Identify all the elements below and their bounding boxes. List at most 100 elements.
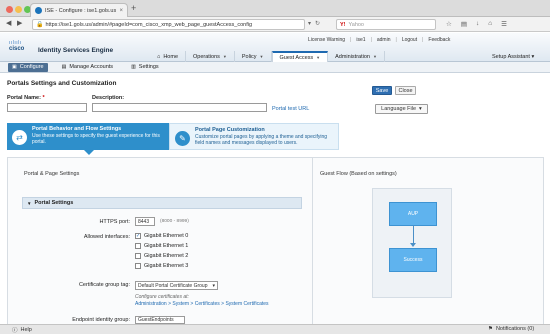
portal-settings-accordion[interactable]: ▼ Portal Settings: [22, 197, 302, 209]
chevron-down-icon: ▼: [222, 54, 227, 59]
chevron-down-icon: ▼: [316, 55, 321, 60]
tab-portal-behavior-title: Portal Behavior and Flow Settings: [32, 126, 122, 132]
browser-tab-strip: ISE - Configure : ise1.gols.us × +: [0, 0, 550, 17]
description-input[interactable]: [92, 103, 267, 112]
help-icon: ⓘ: [12, 328, 18, 334]
bookmark-star-icon[interactable]: ☆: [446, 20, 452, 28]
nav-guest-access[interactable]: Guest Access ▼: [271, 51, 329, 62]
subnav-settings[interactable]: ▥ Settings: [127, 63, 163, 72]
help-link[interactable]: ⓘ Help: [12, 326, 32, 334]
tab-close-icon[interactable]: ×: [119, 8, 123, 14]
portal-name-label: Portal Name: *: [7, 95, 45, 101]
notifications-label: Notifications (0): [495, 326, 535, 332]
menu-icon[interactable]: ☰: [501, 20, 507, 28]
configure-icon: ▣: [12, 64, 17, 70]
forward-icon[interactable]: ▶: [17, 20, 22, 28]
close-window-button[interactable]: [6, 6, 13, 13]
logout-link[interactable]: Logout: [402, 37, 417, 43]
tab-portal-customization-title: Portal Page Customization: [195, 127, 265, 133]
cert-group-label: Certificate group tag:: [78, 282, 130, 288]
https-port-input[interactable]: 8443: [135, 217, 155, 226]
flow-connector: [413, 225, 414, 245]
download-icon[interactable]: ↓: [476, 20, 479, 28]
portal-settings-title: Portal Settings: [34, 200, 74, 206]
user-link[interactable]: admin: [377, 37, 391, 43]
tab-portal-customization[interactable]: ✎ Portal Page Customization Customize po…: [169, 123, 339, 150]
checkbox-checked-icon: ✓: [135, 233, 141, 239]
subnav-manage-accounts-label: Manage Accounts: [69, 64, 114, 70]
tab-title: ISE - Configure : ise1.gols.us: [45, 7, 117, 14]
tab-portal-behavior[interactable]: ⇄ Portal Behavior and Flow Settings Use …: [7, 123, 169, 150]
guest-flow-header: Guest Flow (Based on settings): [320, 171, 397, 177]
home-browser-icon[interactable]: ⌂: [488, 20, 492, 28]
back-icon[interactable]: ◀: [6, 20, 11, 28]
page-title: Portals Settings and Customization: [7, 80, 117, 87]
subnav-manage-accounts[interactable]: ▤ Manage Accounts: [58, 63, 117, 72]
language-file-dropdown[interactable]: Language File ▾: [375, 104, 428, 114]
column-divider: [312, 157, 313, 327]
search-placeholder: Yahoo: [348, 21, 365, 28]
sub-nav: ▣ Configure ▤ Manage Accounts ▥ Settings: [0, 62, 550, 73]
save-button[interactable]: Save: [372, 86, 392, 95]
endpoint-group-label: Endpoint identity group:: [72, 317, 130, 323]
https-port-label: HTTPS port:: [99, 219, 130, 225]
tab-portal-behavior-desc: Use these settings to specify the guest …: [32, 133, 160, 145]
interface-checkbox-3[interactable]: Gigabit Ethernet 3: [135, 263, 188, 269]
nav-policy[interactable]: Policy ▼: [235, 51, 272, 62]
interface-checkbox-0[interactable]: ✓ Gigabit Ethernet 0: [135, 233, 188, 239]
setup-assistant-label: Setup Assistant: [492, 54, 530, 60]
nav-operations[interactable]: Operations ▼: [186, 51, 235, 62]
interface-checkbox-1[interactable]: Gigabit Ethernet 1: [135, 243, 188, 249]
license-warning-link[interactable]: License Warning: [308, 37, 345, 43]
feedback-link[interactable]: Feedback: [428, 37, 450, 43]
lock-icon: 🔒: [36, 22, 44, 28]
https-port-hint: (8000 - 8999): [160, 219, 189, 224]
reload-icon[interactable]: ↻: [315, 20, 320, 27]
home-icon: ⌂: [157, 53, 161, 60]
chevron-down-icon: ▼: [259, 54, 264, 59]
new-tab-icon[interactable]: +: [131, 4, 136, 13]
flow-step-aup[interactable]: AUP: [389, 202, 437, 226]
nav-administration[interactable]: Administration ▼: [328, 51, 385, 62]
cert-group-dropdown[interactable]: Default Portal Certificate Group ▾: [135, 281, 218, 290]
active-tab-pointer: [84, 150, 94, 155]
main-nav: ⌂ Home Operations ▼ Policy ▼ Guest Acces…: [150, 51, 385, 62]
description-label: Description:: [92, 95, 125, 101]
reading-list-icon[interactable]: ▤: [461, 20, 467, 28]
subnav-configure[interactable]: ▣ Configure: [8, 62, 48, 72]
checkbox-icon: [135, 243, 141, 249]
checkbox-icon: [135, 263, 141, 269]
setup-assistant[interactable]: Setup Assistant ▾: [492, 54, 534, 60]
nav-administration-label: Administration: [335, 53, 370, 60]
help-label: Help: [20, 327, 32, 333]
chevron-down-icon: ▾: [212, 282, 215, 289]
settings-panel: [7, 157, 544, 327]
browser-tab[interactable]: ISE - Configure : ise1.gols.us ×: [30, 3, 128, 17]
search-field[interactable]: Y! Yahoo: [336, 19, 436, 30]
portal-name-input[interactable]: [7, 103, 87, 112]
configure-path-link[interactable]: Administration > System > Certificates >…: [135, 301, 269, 307]
dropdown-history-icon[interactable]: ▾: [308, 20, 311, 27]
interface-label: Gigabit Ethernet 0: [144, 233, 189, 239]
utility-links: License Warning | ise1 | admin | Logout …: [308, 37, 451, 43]
settings-icon: ▥: [131, 64, 136, 70]
portal-test-url-link[interactable]: Portal test URL: [272, 106, 309, 112]
minimize-window-button[interactable]: [15, 6, 22, 13]
notifications-link[interactable]: ⚑ Notifications (0): [488, 326, 534, 332]
subnav-settings-label: Settings: [138, 64, 159, 70]
accounts-icon: ▤: [61, 64, 67, 70]
collapse-triangle-icon: ▼: [27, 200, 32, 206]
subnav-configure-label: Configure: [19, 64, 44, 70]
flow-step-success[interactable]: Success: [389, 248, 437, 272]
browser-toolbar: ◀ ▶ 🔒 https://ise1.gols.us/admin/#pageId…: [0, 17, 550, 32]
product-name: Identity Services Engine: [38, 47, 114, 54]
nav-home[interactable]: ⌂ Home: [150, 51, 186, 62]
endpoint-group-dropdown[interactable]: GuestEndpoints: [135, 316, 185, 324]
language-file-label: Language File: [381, 106, 417, 112]
interface-label: Gigabit Ethernet 3: [144, 263, 189, 269]
address-bar[interactable]: 🔒 https://ise1.gols.us/admin/#pageId=com…: [32, 19, 305, 30]
portal-name-label-text: Portal Name:: [7, 95, 41, 101]
node-link[interactable]: ise1: [356, 37, 365, 43]
interface-checkbox-2[interactable]: Gigabit Ethernet 2: [135, 253, 188, 259]
close-button[interactable]: Close: [395, 86, 416, 95]
